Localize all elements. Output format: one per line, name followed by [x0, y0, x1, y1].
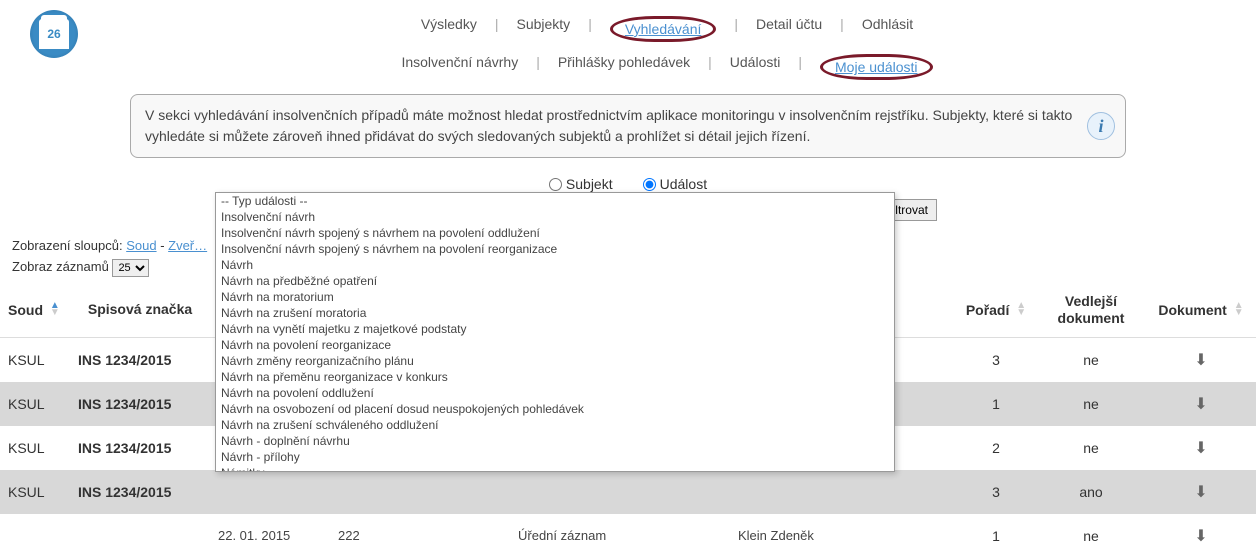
- dropdown-option[interactable]: Námitky: [216, 465, 894, 472]
- cell-vedlejsi: ne: [1036, 382, 1146, 426]
- dropdown-option[interactable]: Insolvenční návrh spojený s návrhem na p…: [216, 225, 894, 241]
- dropdown-option[interactable]: Návrh změny reorganizačního plánu: [216, 353, 894, 369]
- cell-soud: KSUL: [0, 470, 70, 514]
- table-row: KSULINS 1234/2015 3ano ⬇︎: [0, 470, 1256, 514]
- cell-vedlejsi: ne: [1036, 426, 1146, 470]
- cell-soud: KSUL: [0, 337, 70, 382]
- cell-znacka: INS 1234/2015: [70, 382, 210, 426]
- dropdown-option[interactable]: Insolvenční návrh spojený s návrhem na p…: [216, 241, 894, 257]
- cell-soud: KSUL: [0, 382, 70, 426]
- dropdown-option[interactable]: Návrh na povolení oddlužení: [216, 385, 894, 401]
- nav-prihlasky[interactable]: Přihlášky pohledávek: [558, 54, 690, 80]
- dropdown-option[interactable]: Návrh na přeměnu reorganizace v konkurs: [216, 369, 894, 385]
- dropdown-option[interactable]: -- Typ události --: [216, 193, 894, 209]
- cell-vedlejsi: ano: [1036, 470, 1146, 514]
- nav-primary: Výsledky | Subjekty | Vyhledávání | Deta…: [78, 10, 1256, 48]
- cell-dokument: ⬇︎: [1146, 382, 1256, 426]
- nav-udalosti[interactable]: Události: [730, 54, 781, 80]
- download-icon[interactable]: ⬇︎: [1194, 396, 1207, 413]
- dropdown-option[interactable]: Návrh - přílohy: [216, 449, 894, 465]
- dropdown-option[interactable]: Insolvenční návrh: [216, 209, 894, 225]
- nav-moje-udalosti[interactable]: Moje události: [835, 59, 918, 75]
- cell-poradi: 1: [956, 382, 1036, 426]
- highlight-vyhledavani: Vyhledávání: [610, 16, 717, 42]
- col-link-zverejneno[interactable]: Zveř…: [168, 238, 207, 253]
- cell-soud: KSUL: [0, 426, 70, 470]
- col-link-soud[interactable]: Soud: [126, 238, 156, 253]
- dropdown-option[interactable]: Návrh na moratorium: [216, 289, 894, 305]
- th-poradi[interactable]: Pořadí ▲▼: [956, 283, 1036, 337]
- radio-subjekt[interactable]: Subjekt: [549, 176, 613, 192]
- download-icon[interactable]: ⬇︎: [1194, 440, 1207, 457]
- download-icon[interactable]: ⬇︎: [1194, 528, 1207, 545]
- cell-znacka: INS 1234/2015: [70, 337, 210, 382]
- cell-znacka: INS 1234/2015: [70, 426, 210, 470]
- cell-dokument: ⬇︎: [1146, 426, 1256, 470]
- page-size-select[interactable]: 25: [112, 259, 149, 277]
- dropdown-option[interactable]: Návrh - doplnění návrhu: [216, 433, 894, 449]
- nav-odhlasit[interactable]: Odhlásit: [862, 16, 913, 42]
- info-icon: i: [1087, 112, 1115, 140]
- nav-detail-uctu[interactable]: Detail účtu: [756, 16, 822, 42]
- nav-subjekty[interactable]: Subjekty: [516, 16, 570, 42]
- logo-badge: 26: [30, 10, 78, 58]
- dropdown-option[interactable]: Návrh na osvobození od placení dosud neu…: [216, 401, 894, 417]
- event-type-dropdown[interactable]: -- Typ události --Insolvenční návrhInsol…: [215, 192, 895, 472]
- nav-vysledky[interactable]: Výsledky: [421, 16, 477, 42]
- cell-dokument: ⬇︎: [1146, 470, 1256, 514]
- cell-dokument: ⬇︎: [1146, 337, 1256, 382]
- table-row: 22. 01. 2015222Úřední záznamKlein Zdeněk…: [0, 514, 1256, 558]
- dropdown-option[interactable]: Návrh na vynětí majetku z majetkové pods…: [216, 321, 894, 337]
- th-soud[interactable]: Soud ▲▼: [0, 283, 70, 337]
- highlight-moje-udalosti: Moje události: [820, 54, 933, 80]
- info-box: V sekci vyhledávání insolvenčních případ…: [130, 94, 1126, 158]
- dropdown-option[interactable]: Návrh: [216, 257, 894, 273]
- top-bar: 26 Výsledky | Subjekty | Vyhledávání | D…: [0, 0, 1256, 86]
- cell-vedlejsi: ne: [1036, 337, 1146, 382]
- nav-wrap: Výsledky | Subjekty | Vyhledávání | Deta…: [78, 10, 1256, 86]
- th-dokument[interactable]: Dokument ▲▼: [1146, 283, 1256, 337]
- calendar-icon: 26: [39, 19, 69, 49]
- dropdown-option[interactable]: Návrh na povolení reorganizace: [216, 337, 894, 353]
- nav-vyhledavani[interactable]: Vyhledávání: [625, 21, 702, 37]
- dropdown-option[interactable]: Návrh na předběžné opatření: [216, 273, 894, 289]
- th-vedlejsi[interactable]: Vedlejší dokument: [1036, 283, 1146, 337]
- cell-poradi: 2: [956, 426, 1036, 470]
- cell-poradi: 3: [956, 337, 1036, 382]
- cell-znacka: INS 1234/2015: [70, 470, 210, 514]
- download-icon[interactable]: ⬇︎: [1194, 484, 1207, 501]
- th-spisova[interactable]: Spisová značka: [70, 283, 210, 337]
- dropdown-option[interactable]: Návrh na zrušení schváleného oddlužení: [216, 417, 894, 433]
- nav-insolvencni-navrhy[interactable]: Insolvenční návrhy: [401, 54, 518, 80]
- download-icon[interactable]: ⬇︎: [1194, 352, 1207, 369]
- nav-secondary: Insolvenční návrhy | Přihlášky pohledáve…: [78, 48, 1256, 86]
- dropdown-option[interactable]: Návrh na zrušení moratoria: [216, 305, 894, 321]
- cell-poradi: 3: [956, 470, 1036, 514]
- radio-udalost[interactable]: Událost: [643, 176, 707, 192]
